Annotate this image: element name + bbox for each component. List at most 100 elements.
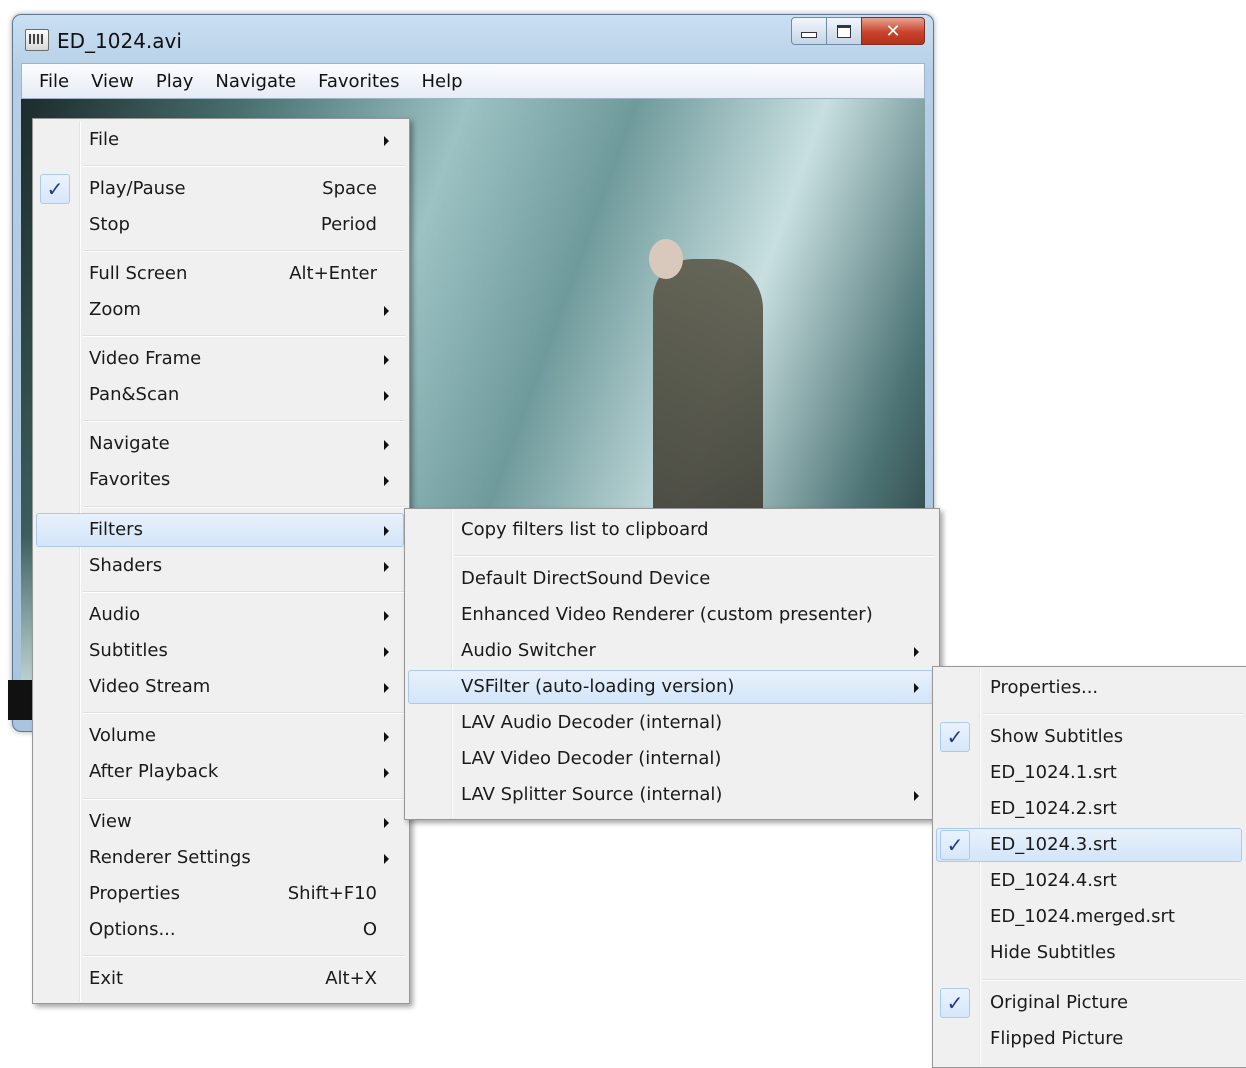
checkmark-icon: ✓ bbox=[940, 830, 970, 860]
context-menu-item-label: Zoom bbox=[89, 299, 141, 320]
checkmark-icon: ✓ bbox=[40, 174, 70, 204]
filters-menu-item-default-directsound-device[interactable]: Default DirectSound Device bbox=[408, 562, 934, 596]
maximize-icon bbox=[837, 24, 851, 38]
vsfilter-menu-item-hide-subtitles[interactable]: Hide Subtitles bbox=[936, 936, 1242, 970]
vsfilter-menu-item-label: Properties... bbox=[990, 677, 1099, 698]
context-menu-separator bbox=[83, 712, 405, 713]
vsfilter-menu-item-show-subtitles[interactable]: ✓ Show Subtitles bbox=[936, 720, 1242, 754]
context-menu-item-exit[interactable]: Exit Alt+X bbox=[36, 962, 404, 996]
vsfilter-menu-item-ed-1024-4-srt[interactable]: ED_1024.4.srt bbox=[936, 864, 1242, 898]
filters-menu-item-lav-audio-decoder-internal[interactable]: LAV Audio Decoder (internal) bbox=[408, 706, 934, 740]
context-menu-item-pan-scan[interactable]: Pan&Scan bbox=[36, 378, 404, 412]
vsfilter-menu-item-flipped-picture[interactable]: Flipped Picture bbox=[936, 1022, 1242, 1056]
context-menu-item-label: After Playback bbox=[89, 761, 219, 782]
vsfilter-menu-item-ed-1024-3-srt[interactable]: ✓ ED_1024.3.srt bbox=[936, 828, 1242, 862]
checkmark-icon: ✓ bbox=[940, 722, 970, 752]
context-menu-separator bbox=[83, 955, 405, 956]
context-menu-item-navigate[interactable]: Navigate bbox=[36, 427, 404, 461]
context-menu-item-file[interactable]: File bbox=[36, 123, 404, 157]
vsfilter-menu-item-label: ED_1024.1.srt bbox=[990, 762, 1117, 783]
minimize-button[interactable] bbox=[791, 17, 827, 45]
context-menu-item-label: Navigate bbox=[89, 433, 170, 454]
filters-menu-item-copy-filters-list-to-clipboard[interactable]: Copy filters list to clipboard bbox=[408, 513, 934, 547]
vsfilter-menu-separator bbox=[983, 979, 1243, 980]
filters-menu-separator bbox=[455, 555, 935, 556]
submenu-arrow-icon bbox=[914, 647, 919, 657]
filters-menu-item-enhanced-video-renderer-custom-presenter[interactable]: Enhanced Video Renderer (custom presente… bbox=[408, 598, 934, 632]
context-menu-item-label: Favorites bbox=[89, 469, 171, 490]
context-menu-item-video-stream[interactable]: Video Stream bbox=[36, 670, 404, 704]
context-menu-item-shaders[interactable]: Shaders bbox=[36, 549, 404, 583]
vsfilter-menu-item-label: Original Picture bbox=[990, 992, 1129, 1013]
context-menu-item-video-frame[interactable]: Video Frame bbox=[36, 342, 404, 376]
context-menu-item-play-pause[interactable]: ✓ Play/Pause Space bbox=[36, 172, 404, 206]
vsfilter-menu-item-label: ED_1024.3.srt bbox=[990, 834, 1117, 855]
context-menu-item-view[interactable]: View bbox=[36, 805, 404, 839]
vsfilter-menu-item-ed-1024-1-srt[interactable]: ED_1024.1.srt bbox=[936, 756, 1242, 790]
vsfilter-submenu: Properties... ✓ Show Subtitles ED_1024.1.sr… bbox=[932, 666, 1246, 1068]
menubar-file[interactable]: File bbox=[28, 71, 80, 92]
context-menu-item-label: File bbox=[89, 129, 120, 150]
menubar-navigate[interactable]: Navigate bbox=[204, 71, 307, 92]
context-menu-item-volume[interactable]: Volume bbox=[36, 719, 404, 753]
vsfilter-menu-item-label: Hide Subtitles bbox=[990, 942, 1116, 963]
context-menu-item-shortcut: O bbox=[362, 919, 377, 940]
context-menu-item-label: View bbox=[89, 811, 132, 832]
context-menu-item-after-playback[interactable]: After Playback bbox=[36, 755, 404, 789]
context-menu-item-properties[interactable]: Properties Shift+F10 bbox=[36, 877, 404, 911]
filters-menu-item-label: VSFilter (auto-loading version) bbox=[461, 676, 735, 697]
context-menu-item-full-screen[interactable]: Full Screen Alt+Enter bbox=[36, 257, 404, 291]
filters-menu-item-lav-video-decoder-internal[interactable]: LAV Video Decoder (internal) bbox=[408, 742, 934, 776]
minimize-icon bbox=[801, 32, 817, 38]
close-button[interactable]: ✕ bbox=[861, 17, 925, 45]
menubar-view[interactable]: View bbox=[80, 71, 145, 92]
context-menu-item-filters[interactable]: Filters bbox=[36, 513, 404, 547]
app-icon[interactable] bbox=[25, 29, 49, 51]
context-menu-item-label: Stop bbox=[89, 214, 130, 235]
context-menu: File ✓ Play/Pause Space Stop Period Full Scree… bbox=[32, 118, 410, 1004]
title-bar[interactable]: ED_1024.avi ✕ bbox=[13, 15, 933, 63]
vsfilter-menu-item-ed-1024-merged-srt[interactable]: ED_1024.merged.srt bbox=[936, 900, 1242, 934]
submenu-arrow-icon bbox=[384, 854, 389, 864]
submenu-arrow-icon bbox=[384, 768, 389, 778]
context-menu-item-renderer-settings[interactable]: Renderer Settings bbox=[36, 841, 404, 875]
context-menu-separator bbox=[83, 335, 405, 336]
context-menu-item-shortcut: Period bbox=[320, 214, 377, 235]
submenu-arrow-icon bbox=[914, 683, 919, 693]
context-menu-item-label: Video Stream bbox=[89, 676, 211, 697]
menubar-favorites[interactable]: Favorites bbox=[307, 71, 410, 92]
context-menu-item-shortcut: Alt+X bbox=[325, 968, 377, 989]
submenu-arrow-icon bbox=[384, 526, 389, 536]
context-menu-item-stop[interactable]: Stop Period bbox=[36, 208, 404, 242]
filters-menu-item-lav-splitter-source-internal[interactable]: LAV Splitter Source (internal) bbox=[408, 778, 934, 812]
context-menu-item-label: Video Frame bbox=[89, 348, 202, 369]
context-menu-item-label: Full Screen bbox=[89, 263, 188, 284]
context-menu-separator bbox=[83, 506, 405, 507]
context-menu-item-shortcut: Alt+Enter bbox=[289, 263, 377, 284]
submenu-arrow-icon bbox=[384, 440, 389, 450]
vsfilter-menu-item-original-picture[interactable]: ✓ Original Picture bbox=[936, 986, 1242, 1020]
submenu-arrow-icon bbox=[384, 476, 389, 486]
context-menu-item-favorites[interactable]: Favorites bbox=[36, 463, 404, 497]
caption-buttons: ✕ bbox=[791, 17, 925, 45]
video-frame-head bbox=[649, 239, 683, 279]
filters-menu-item-audio-switcher[interactable]: Audio Switcher bbox=[408, 634, 934, 668]
filters-menu-item-vsfilter-auto-loading-version[interactable]: VSFilter (auto-loading version) bbox=[408, 670, 934, 704]
close-icon: ✕ bbox=[885, 20, 901, 42]
context-menu-item-label: Volume bbox=[89, 725, 156, 746]
context-menu-item-label: Pan&Scan bbox=[89, 384, 180, 405]
submenu-arrow-icon bbox=[914, 791, 919, 801]
context-menu-item-zoom[interactable]: Zoom bbox=[36, 293, 404, 327]
vsfilter-menu-item-ed-1024-2-srt[interactable]: ED_1024.2.srt bbox=[936, 792, 1242, 826]
filters-menu-item-label: LAV Video Decoder (internal) bbox=[461, 748, 722, 769]
menubar-help[interactable]: Help bbox=[410, 71, 473, 92]
context-menu-item-options[interactable]: Options... O bbox=[36, 913, 404, 947]
maximize-button[interactable] bbox=[826, 17, 862, 45]
menubar-play[interactable]: Play bbox=[145, 71, 205, 92]
context-menu-item-shortcut: Shift+F10 bbox=[287, 883, 377, 904]
context-menu-item-subtitles[interactable]: Subtitles bbox=[36, 634, 404, 668]
context-menu-item-audio[interactable]: Audio bbox=[36, 598, 404, 632]
submenu-arrow-icon bbox=[384, 355, 389, 365]
vsfilter-menu-item-properties[interactable]: Properties... bbox=[936, 671, 1242, 705]
submenu-arrow-icon bbox=[384, 683, 389, 693]
